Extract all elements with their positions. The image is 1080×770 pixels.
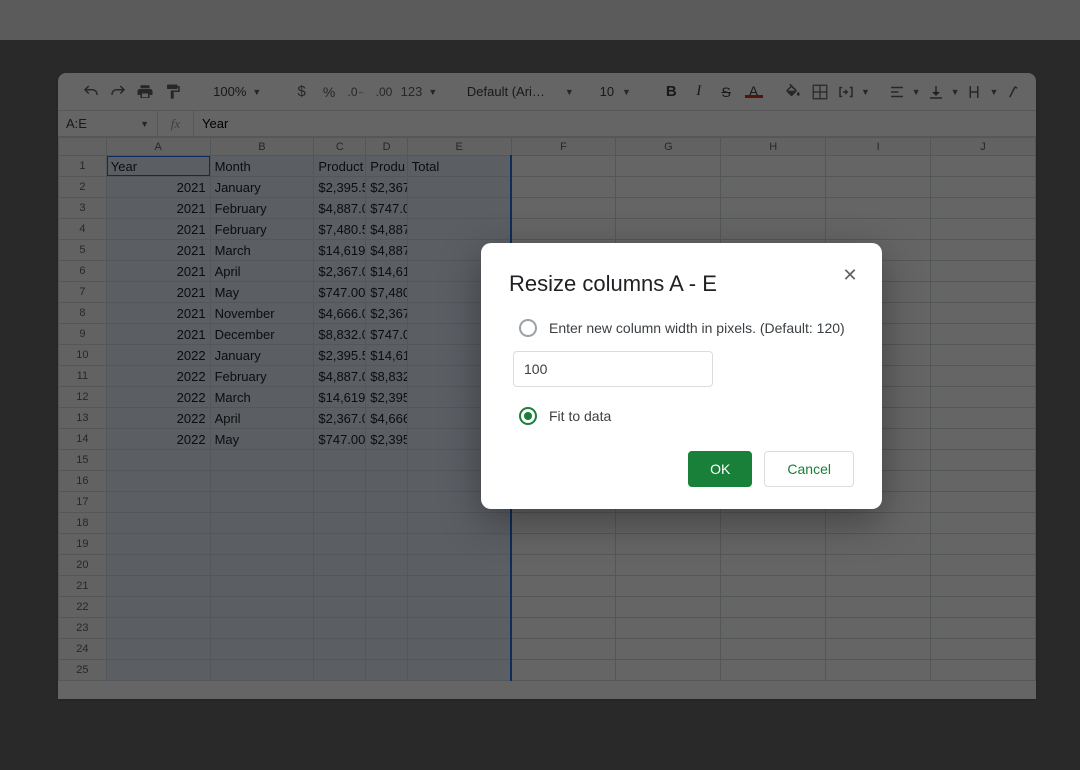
radio-icon [519,407,537,425]
radio-option-fit[interactable]: Fit to data [519,407,854,425]
radio-icon [519,319,537,337]
ok-button[interactable]: OK [688,451,752,487]
dialog-title: Resize columns A - E [509,271,854,297]
cancel-button[interactable]: Cancel [764,451,854,487]
resize-columns-dialog: ✕ Resize columns A - E Enter new column … [481,243,882,509]
radio-option-pixels[interactable]: Enter new column width in pixels. (Defau… [519,319,854,337]
close-icon[interactable]: ✕ [836,261,864,289]
radio-label-pixels: Enter new column width in pixels. (Defau… [549,320,845,336]
radio-label-fit: Fit to data [549,408,611,424]
column-width-input[interactable] [513,351,713,387]
